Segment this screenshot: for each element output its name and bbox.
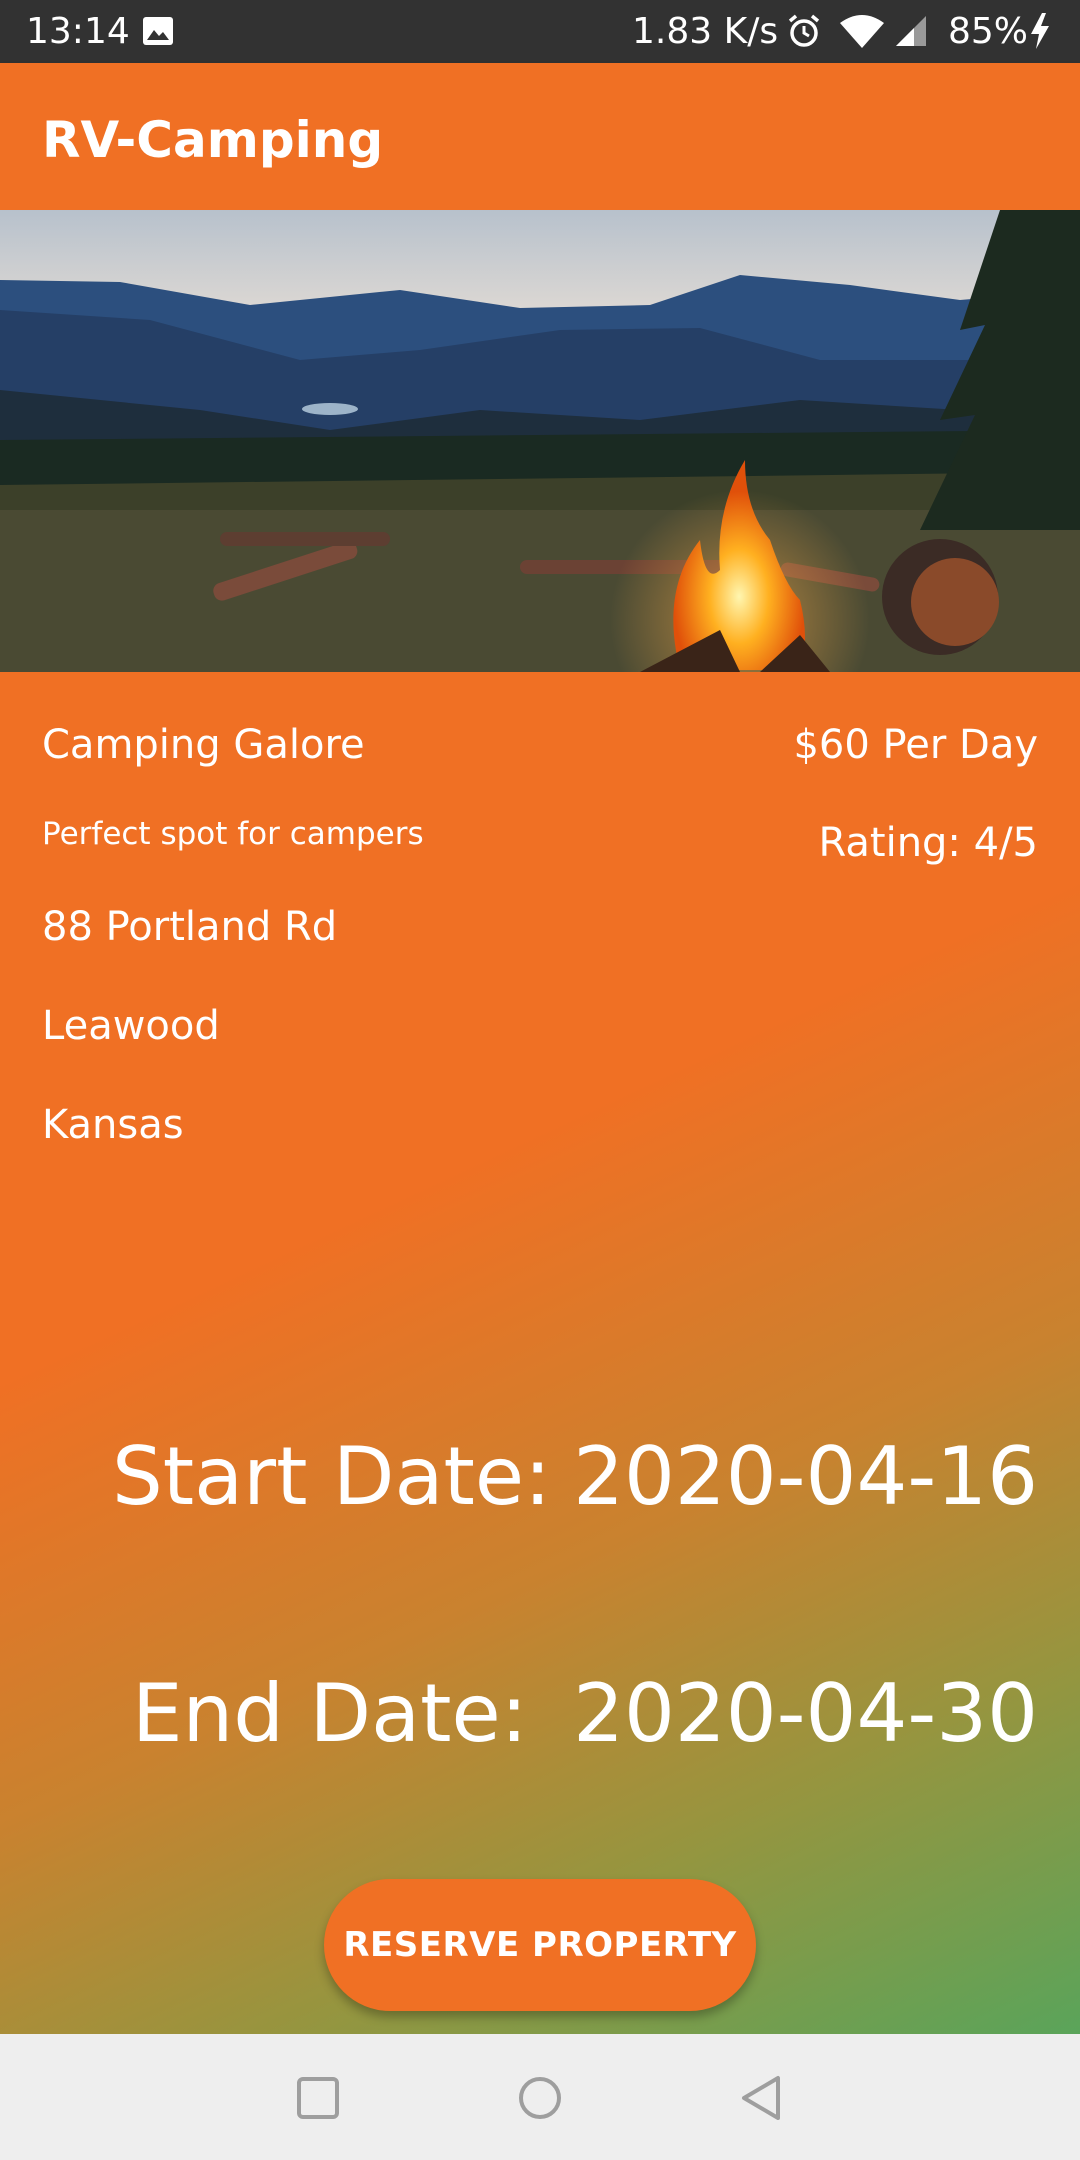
listing-price: $60 Per Day (793, 722, 1038, 768)
image-icon (143, 17, 173, 45)
listing-state: Kansas (42, 1102, 184, 1148)
listing-description: Perfect spot for campers (42, 816, 424, 852)
listing-city: Leawood (42, 1003, 220, 1049)
listing-name: Camping Galore (42, 722, 365, 768)
app-title: RV-Camping (42, 111, 384, 169)
listing-address: 88 Portland Rd (42, 904, 338, 950)
system-nav-bar (0, 2034, 1080, 2160)
end-date-label: End Date: (132, 1667, 528, 1760)
start-date-value[interactable]: 2020-04-16 (573, 1430, 1038, 1523)
reserve-property-button[interactable]: RESERVE PROPERTY (324, 1879, 756, 2011)
recent-apps-icon[interactable] (290, 2070, 346, 2126)
status-bar: 13:14 1.83 K/s 85% (0, 0, 1080, 63)
network-speed: 1.83 K/s (632, 11, 779, 52)
alarm-icon (788, 14, 820, 47)
home-icon[interactable] (512, 2070, 568, 2126)
back-icon[interactable] (734, 2070, 790, 2126)
listing-rating: Rating: 4/5 (818, 820, 1038, 866)
listing-details: Camping Galore Perfect spot for campers … (0, 672, 1080, 2034)
status-time: 13:14 (26, 11, 130, 52)
battery-percent: 85% (948, 11, 1029, 52)
campfire-hero-image (0, 210, 1080, 672)
app-bar: RV-Camping (0, 63, 1080, 210)
signal-icon (896, 16, 926, 46)
charging-icon (1031, 13, 1049, 49)
start-date-label: Start Date: (112, 1430, 552, 1523)
end-date-value[interactable]: 2020-04-30 (573, 1667, 1038, 1760)
wifi-icon (840, 15, 884, 48)
